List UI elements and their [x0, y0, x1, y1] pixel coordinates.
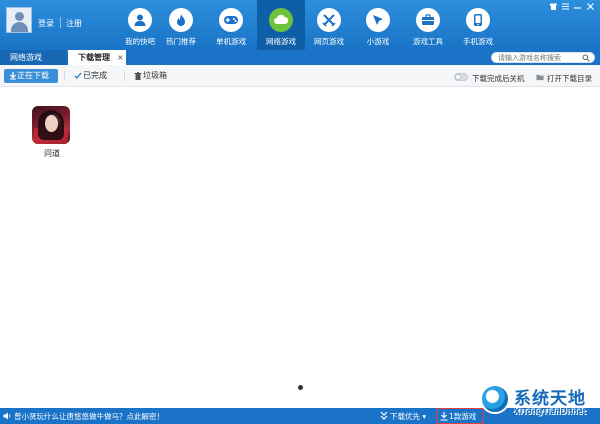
speaker-icon [3, 412, 11, 420]
shutdown-after-download-label: 下载完成后关机 [472, 74, 525, 83]
avatar[interactable] [6, 7, 32, 33]
nav-label: 网页游戏 [314, 37, 344, 46]
gamepad-icon [219, 8, 243, 32]
site-watermark: 系统天地 XiTongTianDi.net [480, 380, 600, 424]
trash-tab-button[interactable]: 垃圾箱 [132, 69, 167, 83]
nav-web-games[interactable]: 网页游戏 [305, 0, 353, 50]
toolbox-icon [416, 8, 440, 32]
menu-icon[interactable] [560, 2, 570, 12]
open-download-folder-button[interactable]: 打开下载目录 [536, 73, 592, 84]
shutdown-toggle[interactable] [454, 73, 468, 81]
download-arrow-icon [10, 72, 16, 80]
games-count-label: 1款游戏 [449, 412, 477, 421]
game-cover-image[interactable] [32, 106, 70, 144]
nav-label: 网络游戏 [266, 37, 296, 46]
check-icon [74, 72, 82, 80]
nav-game-tools[interactable]: 游戏工具 [404, 0, 452, 50]
open-dir-label: 打开下载目录 [547, 74, 592, 83]
nav-mini-games[interactable]: 小游戏 [354, 0, 402, 50]
page-indicator-dot[interactable] [298, 385, 303, 390]
watermark-logo [480, 384, 510, 414]
downloading-label: 正在下载 [17, 71, 49, 80]
skin-icon[interactable] [548, 2, 558, 12]
toggle-knob [455, 74, 461, 80]
watermark-title: 系统天地 [514, 389, 586, 409]
download-icon [440, 412, 448, 421]
download-item[interactable]: 问道 [30, 106, 74, 160]
cursor-icon [366, 8, 390, 32]
trash-label: 垃圾箱 [143, 71, 167, 80]
folder-icon [536, 74, 544, 81]
cover-face-shape [45, 115, 58, 132]
top-header: 登录 注册 我的快吧 热门推荐 单机游戏 网络游戏 网页游戏 小游戏 游戏工具 … [0, 0, 600, 50]
nav-online-games[interactable]: 网络游戏 [257, 0, 305, 50]
user-icon [128, 8, 152, 32]
swords-icon [317, 8, 341, 32]
download-priority-button[interactable]: 下载优先 ▾ [380, 411, 426, 422]
nav-label: 游戏工具 [413, 37, 443, 46]
phone-icon [466, 8, 490, 32]
nav-label: 单机游戏 [216, 37, 246, 46]
watermark-url: XiTongTianDi.net [514, 407, 587, 416]
minimize-icon[interactable] [572, 2, 582, 12]
search-input[interactable] [498, 53, 578, 62]
nav-label: 热门推荐 [166, 37, 196, 46]
tab-online-games[interactable]: 网络游戏 [0, 50, 66, 65]
nav-label: 手机游戏 [463, 37, 493, 46]
search-icon[interactable] [582, 54, 590, 62]
tab-bar: 网络游戏 下载管理 × [0, 50, 600, 65]
priority-dropdown-arrow: ▾ [422, 412, 427, 421]
search-box[interactable] [491, 52, 595, 63]
register-link[interactable]: 注册 [66, 18, 82, 29]
completed-label: 已完成 [83, 71, 107, 80]
games-count-button[interactable]: 1款游戏 [436, 408, 484, 424]
download-toolbar: 正在下载 已完成 垃圾箱 下载完成后关机 打开下载目录 [0, 65, 600, 87]
trash-icon [134, 72, 142, 80]
promo-message-link[interactable]: 曾小贤玩什么让唐悠悠做牛做马？点此解密！ [14, 411, 164, 422]
toolbar-divider [64, 71, 65, 81]
login-link[interactable]: 登录 [38, 18, 54, 29]
header-divider [60, 17, 61, 28]
flame-icon [169, 8, 193, 32]
nav-hot-recommend[interactable]: 热门推荐 [157, 0, 205, 50]
tab-close-icon[interactable]: × [117, 50, 125, 65]
completed-tab-button[interactable]: 已完成 [72, 69, 107, 83]
toolbar-divider [124, 71, 125, 81]
double-chevron-down-icon [380, 411, 388, 420]
close-icon[interactable] [585, 2, 595, 12]
avatar-body-shape [11, 22, 28, 32]
avatar-head-shape [15, 12, 24, 21]
download-list-area: 问道 [0, 88, 600, 408]
priority-label: 下载优先 [390, 412, 420, 421]
downloading-tab-button[interactable]: 正在下载 [4, 69, 58, 83]
game-name: 问道 [44, 149, 60, 158]
cloud-icon [269, 8, 293, 32]
nav-label: 小游戏 [366, 37, 390, 46]
nav-mobile-games[interactable]: 手机游戏 [454, 0, 502, 50]
nav-single-player[interactable]: 单机游戏 [207, 0, 255, 50]
